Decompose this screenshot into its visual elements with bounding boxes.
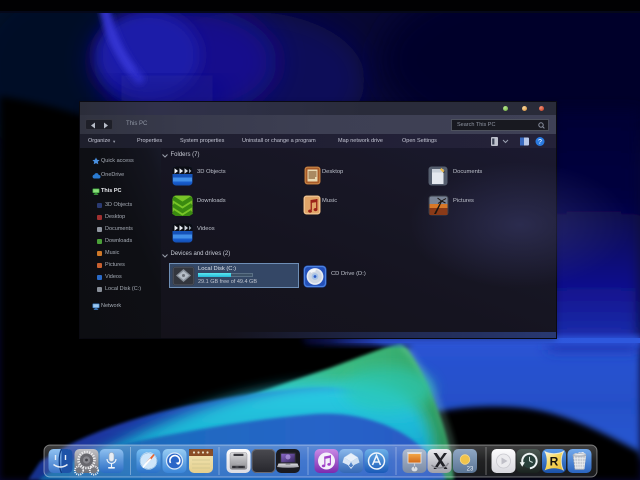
svg-text:23: 23 [467,467,474,473]
svg-text:R: R [550,455,559,469]
